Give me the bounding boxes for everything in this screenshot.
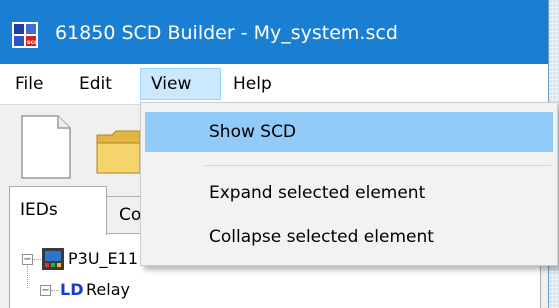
menu-help[interactable]: Help [232,68,278,100]
title-bar[interactable]: scd 61850 SCD Builder - My_system.scd [0,0,548,64]
menu-item-show-scd[interactable]: Show SCD [145,112,553,152]
menu-separator [205,165,551,166]
app-icon: scd [12,22,38,48]
ied-device-icon [42,248,64,270]
menu-bar: File Edit View Help [0,64,548,104]
logical-device-icon: LD [60,280,84,299]
tree-node-label: Relay [86,280,130,299]
menu-item-expand-selected[interactable]: Expand selected element [141,175,557,211]
window-title: 61850 SCD Builder - My_system.scd [55,22,398,44]
menu-file[interactable]: File [14,68,54,100]
menu-view[interactable]: View [140,68,221,100]
menu-edit[interactable]: Edit [78,68,122,100]
new-document-icon[interactable] [20,115,72,179]
tab-communication-label: Co [119,205,142,225]
menu-item-collapse-selected[interactable]: Collapse selected element [141,219,557,255]
tree-connector [33,259,41,261]
collapse-toggle-icon[interactable]: − [40,285,51,296]
tree-node-label: P3U_E11 [68,249,139,268]
open-folder-icon[interactable] [96,129,142,175]
tab-ieds[interactable]: IEDs [9,186,107,235]
tree-connector [51,290,59,292]
tree-connector [27,266,29,288]
view-menu-dropdown: Show SCD Expand selected element Collaps… [140,102,558,266]
collapse-toggle-icon[interactable]: − [22,254,33,265]
svg-text:scd: scd [27,39,38,46]
tab-ieds-label: IEDs [20,200,58,220]
